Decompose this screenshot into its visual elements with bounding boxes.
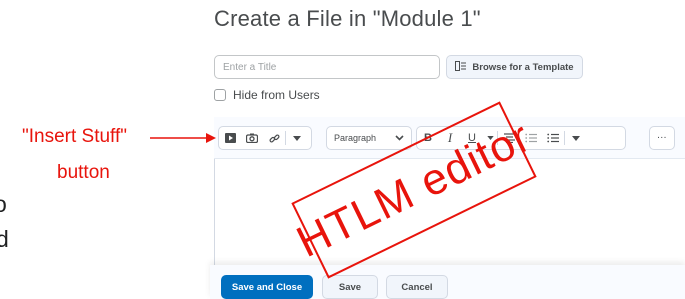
cancel-button[interactable]: Cancel (386, 275, 448, 299)
template-icon (455, 60, 467, 74)
title-input[interactable] (214, 55, 440, 79)
browse-template-label: Browse for a Template (472, 61, 574, 73)
insert-stuff-annotation-label-line2: button (57, 162, 110, 183)
left-text-fragment: o (0, 191, 7, 217)
save-button[interactable]: Save (322, 275, 378, 299)
camera-icon (246, 133, 258, 143)
caret-down-icon (572, 135, 580, 141)
insert-image-button[interactable] (241, 127, 263, 149)
block-format-value: Paragraph (334, 133, 377, 143)
block-format-select[interactable]: Paragraph (326, 126, 412, 150)
browse-template-button[interactable]: Browse for a Template (446, 55, 583, 79)
insert-link-button[interactable] (263, 127, 285, 149)
bullet-list-button[interactable] (542, 127, 564, 149)
page-title: Create a File in "Module 1" (214, 6, 481, 31)
hide-from-users-checkbox[interactable] (214, 89, 226, 101)
play-square-icon (224, 133, 236, 143)
save-and-close-button[interactable]: Save and Close (221, 275, 313, 299)
insert-more-dropdown[interactable] (286, 127, 308, 149)
more-actions-label: ... (657, 130, 667, 141)
hide-from-users-label: Hide from Users (233, 88, 320, 102)
insert-stuff-annotation-label: "Insert Stuff" (22, 126, 128, 147)
chevron-down-icon (395, 135, 411, 141)
annotation-arrow (150, 133, 216, 143)
more-actions-button[interactable]: ... (649, 126, 675, 150)
link-icon (268, 133, 280, 143)
list-more-dropdown[interactable] (565, 127, 587, 149)
left-text-fragment: d (0, 226, 9, 252)
caret-down-icon (293, 135, 301, 141)
insert-stuff-button[interactable] (219, 127, 241, 149)
bullet-list-icon (547, 133, 559, 143)
insert-group (218, 126, 312, 150)
hide-from-users-row[interactable]: Hide from Users (214, 88, 320, 102)
